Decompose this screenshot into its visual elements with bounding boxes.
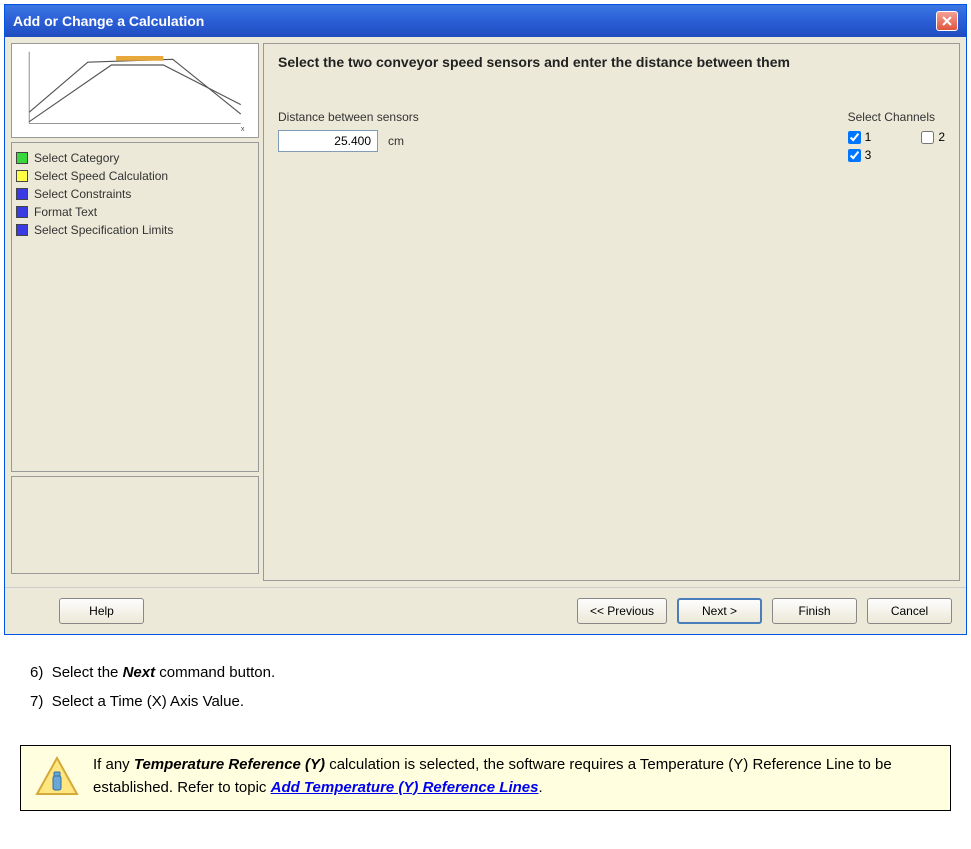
step-color-icon (16, 188, 28, 200)
step-item[interactable]: Select Specification Limits (16, 221, 254, 239)
channel-1-checkbox[interactable] (848, 131, 861, 144)
note-emph: Temperature Reference (Y) (134, 756, 325, 773)
instruction-step-6: 6) Select the Next command button. (30, 659, 941, 686)
distance-input[interactable] (278, 130, 378, 152)
close-button[interactable] (936, 11, 958, 31)
wizard-graphic: x (11, 43, 259, 138)
step-label: Select Category (34, 151, 119, 165)
step-item[interactable]: Select Category (16, 149, 254, 167)
instruction-step-7: 7) Select a Time (X) Axis Value. (30, 688, 941, 715)
channel-2-checkbox[interactable] (921, 131, 934, 144)
distance-label: Distance between sensors (278, 110, 419, 124)
note-callout: If any Temperature Reference (Y) calcula… (20, 745, 951, 811)
step-label: Format Text (34, 205, 97, 219)
step-color-icon (16, 224, 28, 236)
channel-2-label: 2 (938, 130, 945, 144)
main-panel: Select the two conveyor speed sensors an… (263, 43, 960, 581)
step-color-icon (16, 170, 28, 182)
step-item[interactable]: Select Speed Calculation (16, 167, 254, 185)
step-color-icon (16, 152, 28, 164)
tip-icon (33, 754, 81, 802)
step-label: Select Constraints (34, 187, 131, 201)
distance-input-row: cm (278, 130, 419, 152)
instruction-list: 6) Select the Next command button. 7) Se… (0, 639, 971, 737)
step-text-pre: Select the (52, 664, 123, 681)
cancel-button[interactable]: Cancel (867, 598, 952, 624)
channels-label: Select Channels (848, 110, 945, 124)
channel-2[interactable]: 2 (921, 130, 945, 144)
form-area: Distance between sensors cm Select Chann… (278, 110, 945, 166)
titlebar: Add or Change a Calculation (5, 5, 966, 37)
button-bar: Help << Previous Next > Finish Cancel (5, 587, 966, 634)
chart-thumbnail: x (16, 48, 254, 133)
step-number: 6) (30, 664, 43, 681)
note-pre: If any (93, 756, 134, 773)
step-label: Select Speed Calculation (34, 169, 168, 183)
step-color-icon (16, 206, 28, 218)
step-item[interactable]: Format Text (16, 203, 254, 221)
distance-section: Distance between sensors cm (278, 110, 419, 166)
help-button[interactable]: Help (59, 598, 144, 624)
step-number: 7) (30, 693, 43, 710)
svg-text:x: x (241, 124, 245, 133)
previous-button[interactable]: << Previous (577, 598, 667, 624)
page-heading: Select the two conveyor speed sensors an… (278, 54, 945, 70)
channels-section: Select Channels 1 2 (848, 110, 945, 166)
close-icon (941, 15, 953, 27)
next-button[interactable]: Next > (677, 598, 762, 624)
channel-3[interactable]: 3 (848, 148, 872, 162)
channel-row: 3 (848, 148, 945, 162)
channel-3-label: 3 (865, 148, 872, 162)
step-label: Select Specification Limits (34, 223, 173, 237)
channel-1-label: 1 (865, 130, 872, 144)
step-item[interactable]: Select Constraints (16, 185, 254, 203)
wizard-dialog: Add or Change a Calculation x Select (4, 4, 967, 635)
finish-button[interactable]: Finish (772, 598, 857, 624)
window-body: x Select Category Select Speed Calculati… (5, 37, 966, 587)
step-text: Select a Time (X) Axis Value. (52, 693, 244, 710)
window-title: Add or Change a Calculation (13, 13, 204, 29)
note-text: If any Temperature Reference (Y) calcula… (93, 754, 938, 799)
distance-unit: cm (388, 134, 404, 148)
channel-3-checkbox[interactable] (848, 149, 861, 162)
channel-row: 1 2 (848, 130, 945, 144)
step-text-post: command button. (155, 664, 275, 681)
step-text-emph: Next (123, 664, 156, 681)
info-panel (11, 476, 259, 574)
wizard-steps: Select Category Select Speed Calculation… (11, 142, 259, 472)
note-link[interactable]: Add Temperature (Y) Reference Lines (271, 779, 539, 796)
note-post: . (538, 779, 542, 796)
channel-1[interactable]: 1 (848, 130, 872, 144)
left-panel: x Select Category Select Speed Calculati… (11, 43, 259, 581)
